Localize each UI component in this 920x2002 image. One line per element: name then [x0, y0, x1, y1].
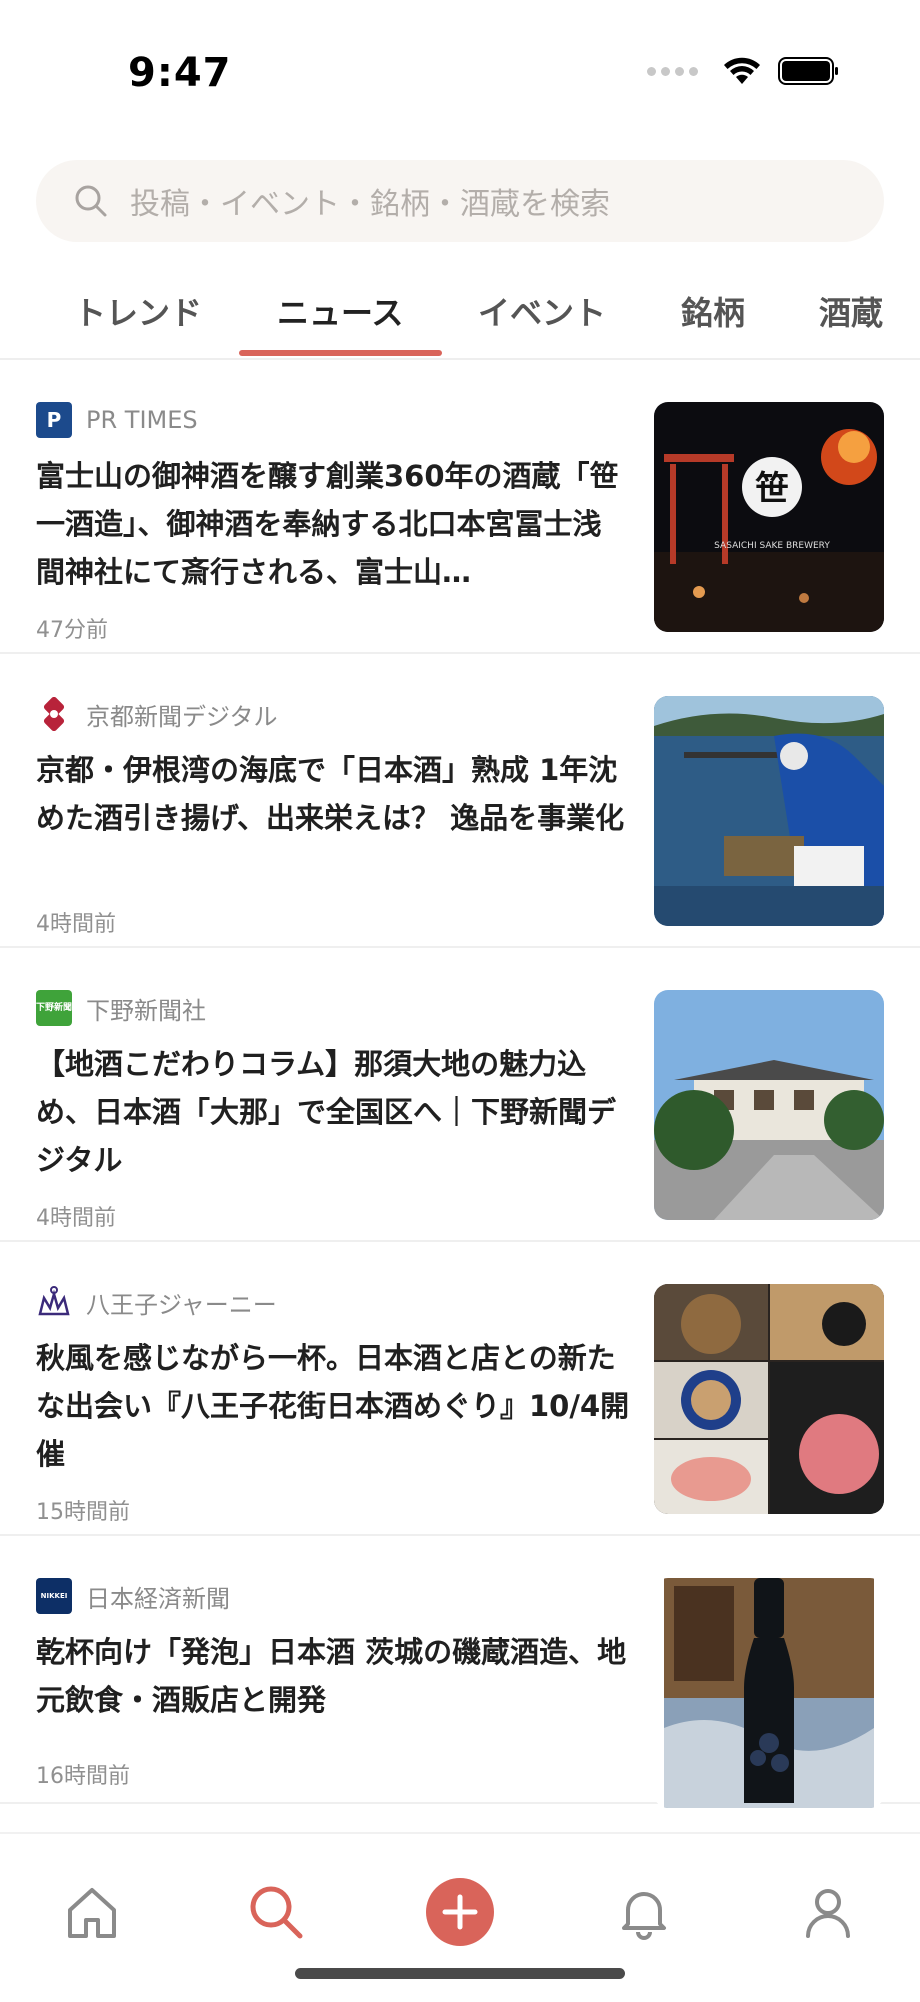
shimotsuke-logo-icon: 下野新聞: [36, 990, 72, 1026]
source-row: 京都新聞デジタル: [36, 696, 278, 732]
source-name: 八王子ジャーニー: [86, 1290, 277, 1319]
pr-times-logo-icon: P: [36, 402, 72, 438]
status-time: 9:47: [128, 50, 232, 96]
news-item[interactable]: P PR TIMES 富士山の御神酒を醸す創業360年の酒蔵「笹一酒造」、御神酒…: [0, 360, 920, 654]
svg-text:笹: 笹: [755, 469, 789, 509]
nav-profile[interactable]: [790, 1874, 866, 1950]
news-thumbnail: [654, 990, 884, 1220]
nav-notifications[interactable]: [606, 1874, 682, 1950]
news-timestamp: 47分前: [36, 618, 108, 643]
status-icons: [647, 56, 840, 86]
search-icon: [250, 1886, 303, 1939]
source-row: P PR TIMES: [36, 402, 198, 438]
source-name: 日本経済新聞: [86, 1584, 230, 1613]
news-headline: 京都・伊根湾の海底で「日本酒」熟成 1年沈めた酒引き揚げ、出来栄えは？ 逸品を事…: [36, 753, 625, 835]
home-icon: [68, 1888, 116, 1938]
news-timestamp: 15時間前: [36, 1500, 130, 1525]
tab-trend[interactable]: トレンド: [74, 288, 202, 334]
source-name: 下野新聞社: [86, 996, 206, 1025]
news-list: P PR TIMES 富士山の御神酒を醸す創業360年の酒蔵「笹一酒造」、御神酒…: [0, 360, 920, 1808]
home-indicator: [295, 1968, 625, 1979]
tab-brewery[interactable]: 酒蔵: [819, 288, 883, 334]
user-icon: [806, 1889, 850, 1938]
wifi-icon: [724, 57, 760, 84]
source-row: 八王子ジャーニー: [36, 1284, 277, 1320]
source-row: NIKKEI 日本経済新聞: [36, 1578, 230, 1614]
search-placeholder: 投稿・イベント・銘柄・酒蔵を検索: [130, 187, 610, 222]
source-name: 京都新聞デジタル: [86, 702, 278, 731]
bell-icon: [622, 1892, 666, 1940]
news-item[interactable]: 八王子ジャーニー 秋風を感じながら一杯。日本酒と店との新たな出会い『八王子花街日…: [0, 1242, 920, 1536]
search-icon: [75, 185, 107, 217]
tab-news[interactable]: ニュース: [277, 288, 403, 334]
thumbnail-brewery-text: SASAICHI SAKE BREWERY: [714, 541, 830, 551]
news-timestamp: 16時間前: [36, 1764, 130, 1789]
news-thumbnail: [654, 696, 884, 926]
battery-icon: [778, 57, 838, 85]
tab-event[interactable]: イベント: [478, 288, 606, 334]
news-thumbnail: 笹 SASAICHI SAKE BREWERY: [654, 402, 884, 632]
news-headline: 乾杯向け「発泡」日本酒 茨城の磯蔵酒造、地元飲食・酒販店と開発: [36, 1635, 627, 1717]
news-headline: 秋風を感じながら一杯。日本酒と店との新たな出会い『八王子花街日本酒めぐり』10/…: [36, 1341, 630, 1471]
signal-dots-icon: [647, 66, 698, 76]
category-tabs: トレンド ニュース イベント 銘柄 酒蔵: [0, 270, 920, 360]
status-bar: 9:47: [0, 0, 920, 140]
news-item[interactable]: 京都新聞デジタル 京都・伊根湾の海底で「日本酒」熟成 1年沈めた酒引き揚げ、出来…: [0, 654, 920, 948]
nav-home[interactable]: [54, 1874, 130, 1950]
nav-search[interactable]: [238, 1874, 314, 1950]
search-input[interactable]: 投稿・イベント・銘柄・酒蔵を検索: [36, 160, 884, 242]
tab-brand[interactable]: 銘柄: [681, 288, 745, 334]
news-headline: 【地酒こだわりコラム】那須大地の魅力込め、日本酒「大那」で全国区へ｜下野新聞デジ…: [36, 1047, 617, 1177]
active-tab-indicator: [239, 350, 442, 356]
nikkei-logo-icon: NIKKEI: [36, 1578, 72, 1614]
news-thumbnail: [654, 1284, 884, 1514]
news-item[interactable]: NIKKEI 日本経済新聞 乾杯向け「発泡」日本酒 茨城の磯蔵酒造、地元飲食・酒…: [0, 1536, 920, 1808]
source-name: PR TIMES: [86, 406, 198, 434]
nav-post[interactable]: [422, 1874, 498, 1950]
news-timestamp: 4時間前: [36, 1206, 116, 1231]
news-item[interactable]: 下野新聞 下野新聞社 【地酒こだわりコラム】那須大地の魅力込め、日本酒「大那」で…: [0, 948, 920, 1242]
hachioji-journey-logo-icon: [36, 1284, 72, 1320]
source-row: 下野新聞 下野新聞社: [36, 990, 206, 1026]
news-timestamp: 4時間前: [36, 912, 116, 937]
news-thumbnail: [654, 1578, 884, 1808]
kyoto-shimbun-logo-icon: [36, 696, 72, 732]
news-headline: 富士山の御神酒を醸す創業360年の酒蔵「笹一酒造」、御神酒を奉納する北口本宮冨士…: [36, 459, 619, 589]
add-post-icon: [426, 1878, 494, 1946]
